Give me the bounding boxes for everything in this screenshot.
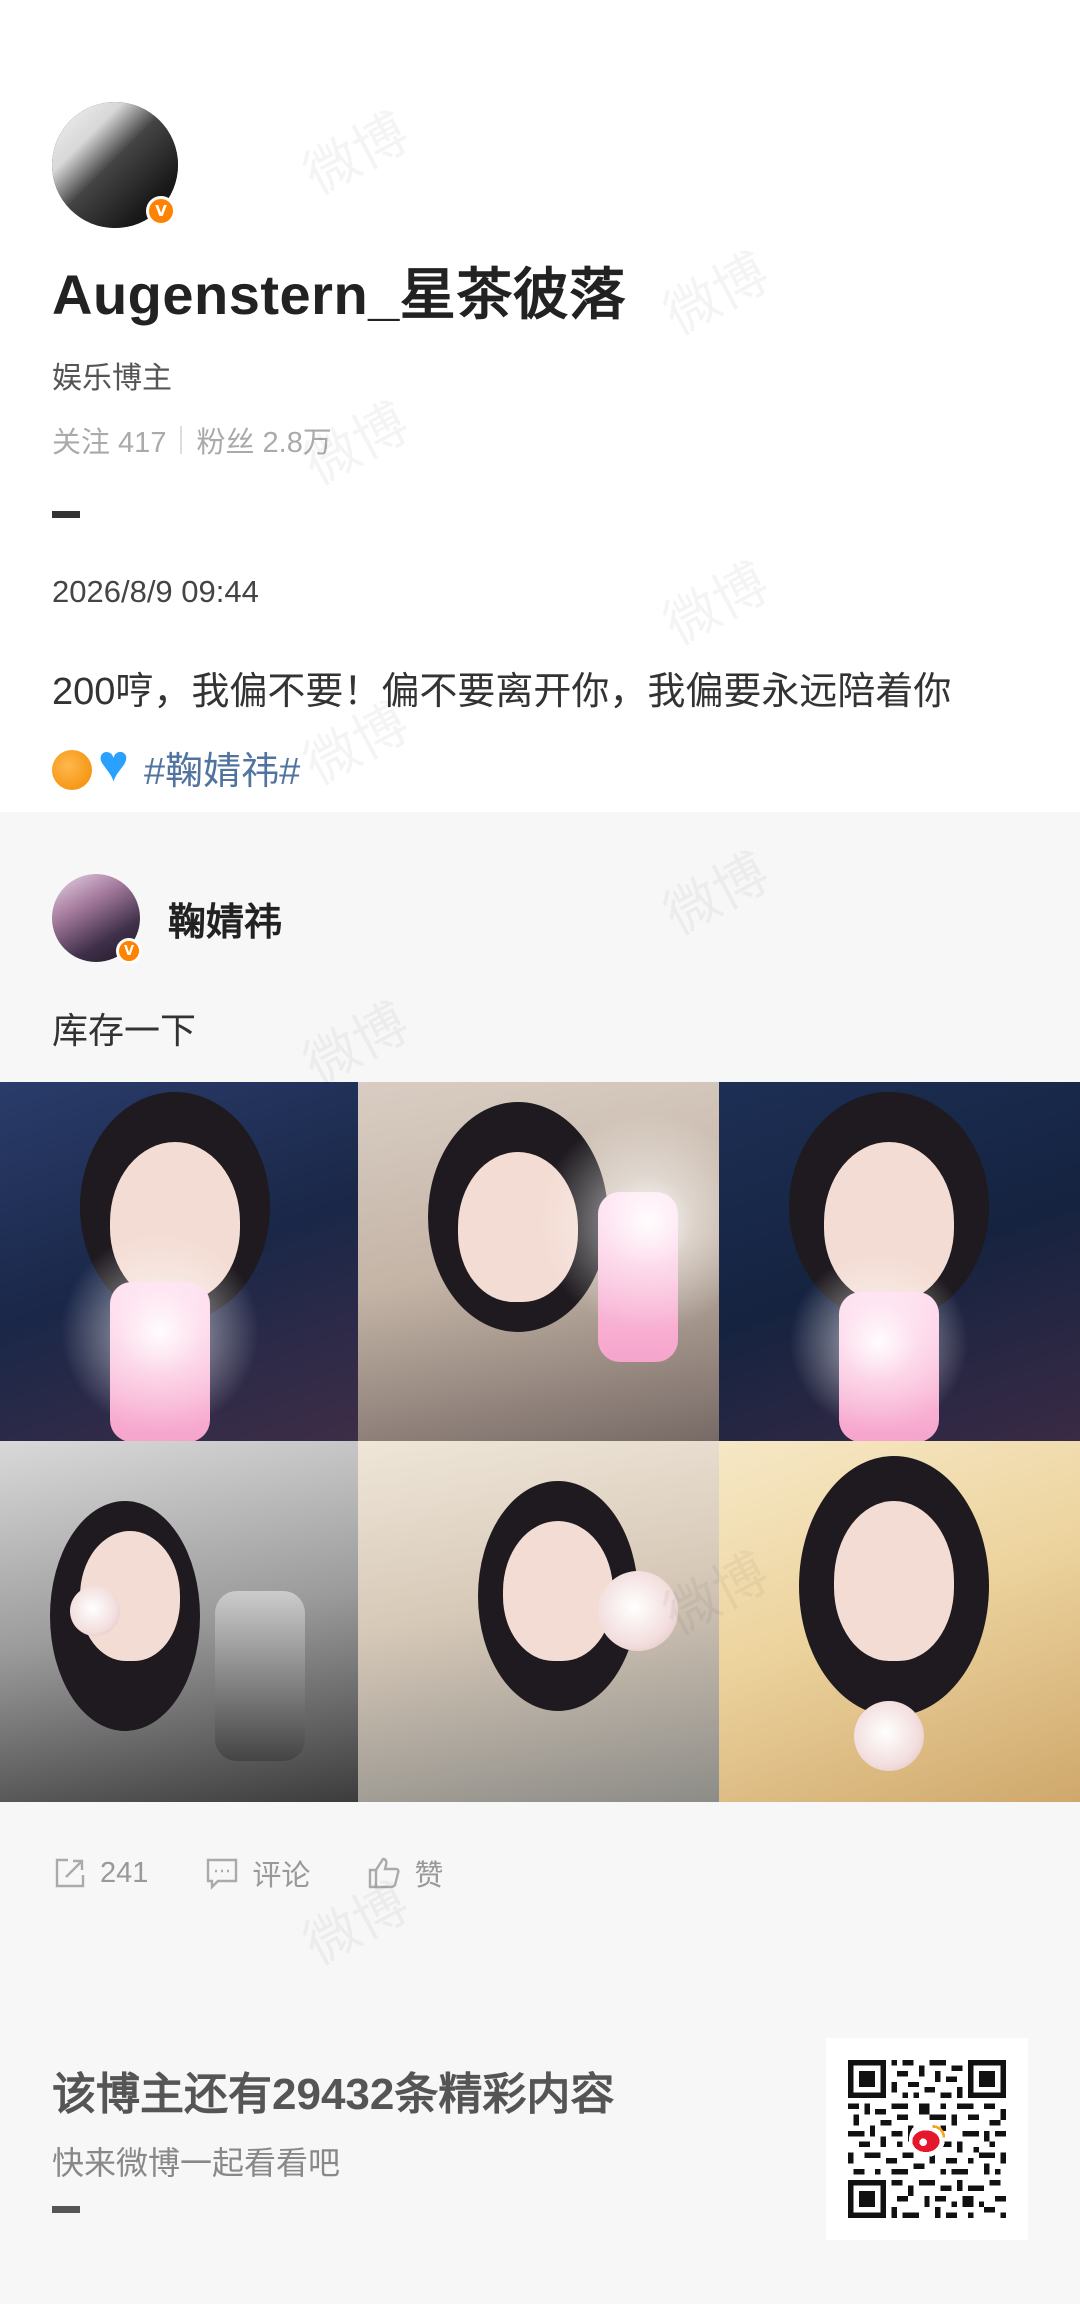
following-count[interactable]: 关注 417 xyxy=(52,419,166,461)
photo-2[interactable] xyxy=(358,1082,719,1441)
post-text: 200哼，我偏不要！偏不要离开你，我偏要永远陪着你 #鞠婧祎# xyxy=(52,652,1032,812)
section-dash xyxy=(52,2206,80,2213)
author-name[interactable]: Augenstern_星茶彼落 xyxy=(52,250,1032,331)
repost-author-avatar[interactable]: V xyxy=(52,874,142,964)
comment-button[interactable]: 评论 xyxy=(204,1852,310,1894)
share-icon xyxy=(55,1858,85,1888)
author-role: 娱乐博主 xyxy=(52,362,172,395)
share-count: 241 xyxy=(100,1856,149,1889)
comment-label: 评论 xyxy=(252,1860,311,1892)
photo-3[interactable] xyxy=(719,1082,1080,1441)
action-bar: 241 评论 赞 xyxy=(52,1852,499,1894)
like-button[interactable]: 赞 xyxy=(366,1852,443,1894)
blue-heart-emoji-icon xyxy=(98,738,138,790)
app-promo-banner[interactable]: 该博主还有29432条精彩内容 快来微博一起看看吧 xyxy=(0,1948,1080,2304)
post-text-body: 200哼，我偏不要！偏不要离开你，我偏要永远陪着你 xyxy=(52,671,952,713)
stats-divider xyxy=(180,426,183,454)
promo-title: 该博主还有29432条精彩内容 xyxy=(52,2070,615,2119)
share-button[interactable]: 241 xyxy=(52,1855,148,1891)
reposted-weibo[interactable]: V 鞠婧祎 库存一下 241 评论 赞 xyxy=(0,812,1080,1948)
followers-count[interactable]: 粉丝 2.8万 xyxy=(196,419,331,461)
photo-grid xyxy=(0,1082,1080,1802)
author-avatar[interactable]: V xyxy=(52,102,178,228)
repost-author-name[interactable]: 鞠婧祎 xyxy=(168,891,282,946)
photo-6[interactable] xyxy=(719,1441,1080,1802)
post-header: V Augenstern_星茶彼落 娱乐博主 关注 417 粉丝 2.8万 20… xyxy=(52,102,1032,812)
comment-icon xyxy=(207,1858,238,1890)
photo-1[interactable] xyxy=(0,1082,358,1441)
verified-badge-icon: V xyxy=(116,938,142,964)
tangerine-emoji-icon xyxy=(52,750,92,790)
photo-4[interactable] xyxy=(0,1441,358,1802)
qr-code xyxy=(826,2038,1028,2240)
qr-code-icon xyxy=(848,2060,1006,2218)
hashtag-link[interactable]: #鞠婧祎# xyxy=(144,751,300,793)
promo-subtitle: 快来微博一起看看吧 xyxy=(52,2145,341,2181)
author-stats: 关注 417 粉丝 2.8万 xyxy=(52,419,1032,461)
repost-header: V 鞠婧祎 xyxy=(52,874,282,964)
repost-text: 库存一下 xyxy=(52,1010,197,1051)
photo-5[interactable] xyxy=(358,1441,719,1802)
post-timestamp: 2026/8/9 09:44 xyxy=(52,574,259,609)
like-label: 赞 xyxy=(414,1860,444,1892)
thumbs-up-icon xyxy=(369,1857,400,1889)
section-dash xyxy=(52,511,80,518)
verified-badge-icon: V xyxy=(146,196,176,226)
